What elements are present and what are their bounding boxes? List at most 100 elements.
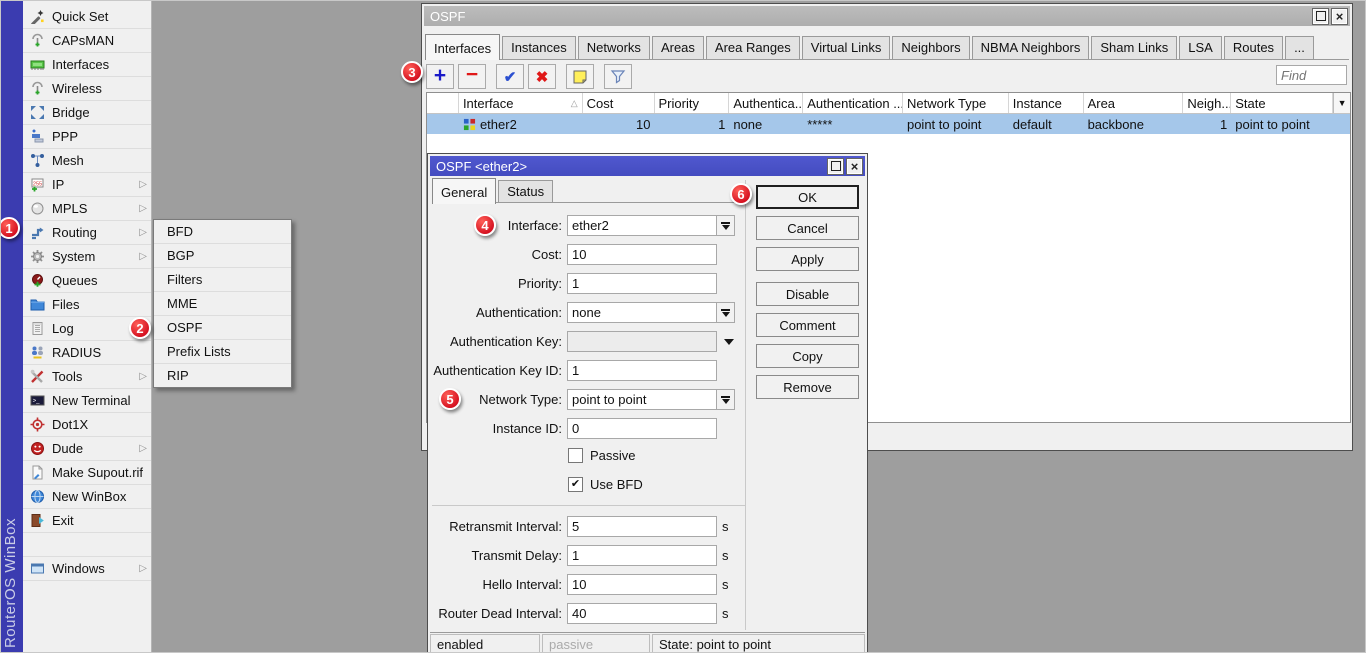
dropdown-button[interactable]: [717, 389, 735, 410]
tab-virtual-links[interactable]: Virtual Links: [802, 36, 891, 59]
dialog-tab-status[interactable]: Status: [498, 180, 553, 203]
sidebar-item-tools[interactable]: Tools▷: [23, 365, 151, 389]
tab-sham-links[interactable]: Sham Links: [1091, 36, 1177, 59]
checkbox-box[interactable]: [568, 448, 583, 463]
table-header-instance[interactable]: Instance: [1009, 93, 1084, 113]
field-input-authentication-key[interactable]: [567, 331, 717, 352]
table-header-authentication[interactable]: Authentica...: [729, 93, 803, 113]
row-cell-authentication: none: [729, 114, 803, 134]
sidebar-item-mpls[interactable]: MPLS▷: [23, 197, 151, 221]
unit-suffix: s: [722, 519, 729, 534]
sidebar-item-bridge[interactable]: Bridge: [23, 101, 151, 125]
field-input-interface[interactable]: [567, 215, 717, 236]
sidebar-item-routing[interactable]: Routing▷: [23, 221, 151, 245]
sidebar-item-mesh[interactable]: Mesh: [23, 149, 151, 173]
table-row[interactable]: ether2101none*****point to pointdefaultb…: [427, 114, 1350, 134]
close-icon[interactable]: ×: [1331, 8, 1348, 25]
field-input-retransmit-interval[interactable]: [567, 516, 717, 537]
submenu-item-filters[interactable]: Filters: [154, 268, 291, 292]
submenu-item-prefix-lists[interactable]: Prefix Lists: [154, 340, 291, 364]
copy-button[interactable]: Copy: [756, 344, 859, 368]
submenu-item-mme[interactable]: MME: [154, 292, 291, 316]
tab-area-ranges[interactable]: Area Ranges: [706, 36, 800, 59]
table-header-cost[interactable]: Cost: [583, 93, 655, 113]
field-input-network-type[interactable]: [567, 389, 717, 410]
field-input-priority[interactable]: [567, 273, 717, 294]
sidebar-item-dude[interactable]: Dude▷: [23, 437, 151, 461]
dropdown-arrow-icon[interactable]: [724, 339, 734, 345]
sidebar-item-ip[interactable]: 255IP▷: [23, 173, 151, 197]
close-icon[interactable]: ×: [846, 158, 863, 175]
sidebar-item-capsman[interactable]: CAPsMAN: [23, 29, 151, 53]
submenu-item-rip[interactable]: RIP: [154, 364, 291, 387]
tab-instances[interactable]: Instances: [502, 36, 576, 59]
table-header-interface[interactable]: Interface△: [459, 93, 583, 113]
table-header-neighbors[interactable]: Neigh...: [1183, 93, 1231, 113]
dialog-tab-general[interactable]: General: [432, 178, 496, 204]
tab-networks[interactable]: Networks: [578, 36, 650, 59]
submenu-item-bfd[interactable]: BFD: [154, 220, 291, 244]
field-input-authentication[interactable]: [567, 302, 717, 323]
tab-nbma-neighbors[interactable]: NBMA Neighbors: [972, 36, 1090, 59]
submenu-item-ospf[interactable]: OSPF: [154, 316, 291, 340]
dropdown-button[interactable]: [717, 215, 735, 236]
checkbox-box[interactable]: ✔: [568, 477, 583, 492]
disable-button[interactable]: ✖: [528, 64, 556, 89]
cross-icon: ✖: [536, 68, 549, 86]
submenu-item-bgp[interactable]: BGP: [154, 244, 291, 268]
section-separator: [432, 505, 745, 506]
table-header-state[interactable]: State: [1231, 93, 1333, 113]
sidebar-item-quick-set[interactable]: Quick Set: [23, 5, 151, 29]
sidebar-item-system[interactable]: System▷: [23, 245, 151, 269]
table-header-flags[interactable]: [427, 93, 459, 113]
field-input-cost[interactable]: [567, 244, 717, 265]
disable-button[interactable]: Disable: [756, 282, 859, 306]
tab-neighbors[interactable]: Neighbors: [892, 36, 969, 59]
sidebar-item-make-supout-rif[interactable]: Make Supout.rif: [23, 461, 151, 485]
apply-button[interactable]: Apply: [756, 247, 859, 271]
remove-button[interactable]: Remove: [756, 375, 859, 399]
sidebar-item-exit[interactable]: Exit: [23, 509, 151, 533]
tab-interfaces[interactable]: Interfaces: [425, 34, 500, 60]
comment-button[interactable]: [566, 64, 594, 89]
sidebar-item-files[interactable]: Files: [23, 293, 151, 317]
sidebar-item-ppp[interactable]: PPP: [23, 125, 151, 149]
sidebar-item-queues[interactable]: Queues: [23, 269, 151, 293]
maximize-icon[interactable]: [827, 158, 844, 175]
table-header-network_type[interactable]: Network Type: [903, 93, 1009, 113]
find-input[interactable]: [1276, 65, 1347, 85]
enable-button[interactable]: ✔: [496, 64, 524, 89]
filter-button[interactable]: [604, 64, 632, 89]
comment-button[interactable]: Comment: [756, 313, 859, 337]
cancel-button[interactable]: Cancel: [756, 216, 859, 240]
table-header-priority[interactable]: Priority: [655, 93, 730, 113]
remove-button[interactable]: −: [458, 64, 486, 89]
add-button[interactable]: +: [426, 64, 454, 89]
tab-routes[interactable]: Routes: [1224, 36, 1283, 59]
sidebar-item-interfaces[interactable]: Interfaces: [23, 53, 151, 77]
exit-icon: [30, 513, 45, 528]
tab-lsa[interactable]: LSA: [1179, 36, 1222, 59]
sidebar-item-wireless[interactable]: Wireless: [23, 77, 151, 101]
sidebar-item-new-winbox[interactable]: New WinBox: [23, 485, 151, 509]
field-input-instance-id[interactable]: [567, 418, 717, 439]
table-header-area[interactable]: Area: [1084, 93, 1184, 113]
field-input-router-dead-interval[interactable]: [567, 603, 717, 624]
column-chooser-button[interactable]: ▼: [1333, 93, 1350, 113]
checkbox-use-bfd[interactable]: ✔Use BFD: [568, 477, 643, 492]
field-input-authentication-key-id[interactable]: [567, 360, 717, 381]
tab-areas[interactable]: Areas: [652, 36, 704, 59]
field-input-hello-interval[interactable]: [567, 574, 717, 595]
checkbox-passive[interactable]: Passive: [568, 448, 636, 463]
field-input-transmit-delay[interactable]: [567, 545, 717, 566]
ok-button[interactable]: OK: [756, 185, 859, 209]
table-header-authentication_key[interactable]: Authentication ...: [803, 93, 903, 113]
sidebar-item-dot1x[interactable]: Dot1X: [23, 413, 151, 437]
sidebar-item-windows[interactable]: Windows▷: [23, 556, 151, 581]
sidebar-item-radius[interactable]: RADIUS: [23, 341, 151, 365]
sidebar-item-new-terminal[interactable]: >_New Terminal: [23, 389, 151, 413]
routing-submenu: BFDBGPFiltersMMEOSPFPrefix ListsRIP: [153, 219, 292, 388]
maximize-icon[interactable]: [1312, 8, 1329, 25]
dropdown-button[interactable]: [717, 302, 735, 323]
tab-[interactable]: ...: [1285, 36, 1314, 59]
